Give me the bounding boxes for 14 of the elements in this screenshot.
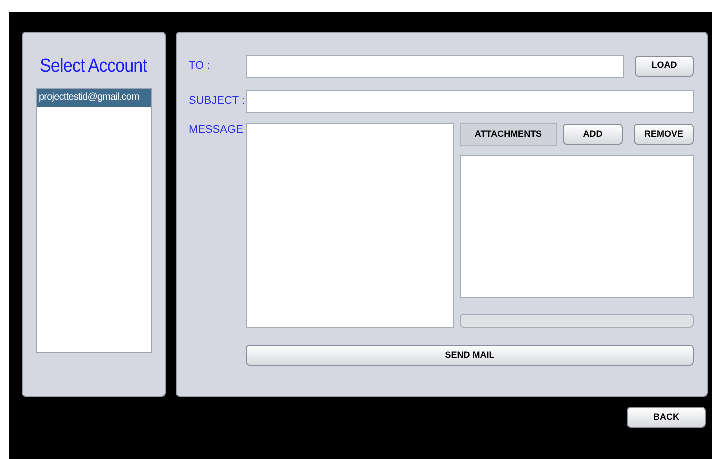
account-item[interactable]: projecttestid@gmail.com [37,89,151,107]
message-field[interactable] [246,123,454,328]
to-label: TO : [189,58,212,74]
subject-label: SUBJECT : [189,94,246,109]
add-button[interactable]: ADD [563,124,623,145]
to-field[interactable] [246,54,624,78]
load-button[interactable]: LOAD [635,56,694,76]
message-label: MESSAGE [189,123,244,137]
remove-button[interactable]: REMOVE [634,124,694,145]
send-mail-button[interactable]: SEND MAIL [246,345,694,366]
attachments-label: ATTACHMENTS [460,123,557,146]
back-button[interactable]: BACK [627,407,706,428]
panel-title: Select Account [40,55,148,79]
subject-field[interactable] [246,90,694,112]
